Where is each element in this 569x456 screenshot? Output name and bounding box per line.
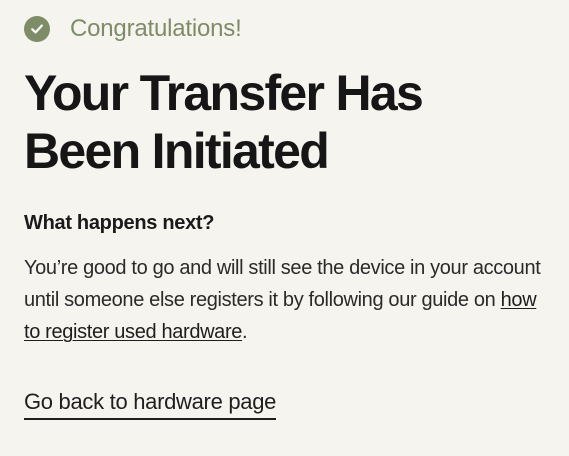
congratulations-row: Congratulations! [24,14,545,44]
page-title-line-1: Your Transfer Has [24,65,424,121]
next-steps-body-prefix: You’re good to go and will still see the… [24,257,541,311]
page-title-line-2: Been Initiated [24,123,330,179]
next-steps-heading: What happens next? [24,212,215,234]
transfer-confirmation-page: Congratulations! Your Transfer Has Been … [0,0,569,456]
back-to-hardware-link[interactable]: Go back to hardware page [24,388,276,420]
next-steps-description: You’re good to go and will still see the… [24,252,544,348]
page-title: Your Transfer Has Been Initiated [24,64,545,180]
congratulations-label: Congratulations! [70,15,242,42]
check-circle-icon [24,16,50,42]
next-steps-body-suffix: . [242,321,248,343]
